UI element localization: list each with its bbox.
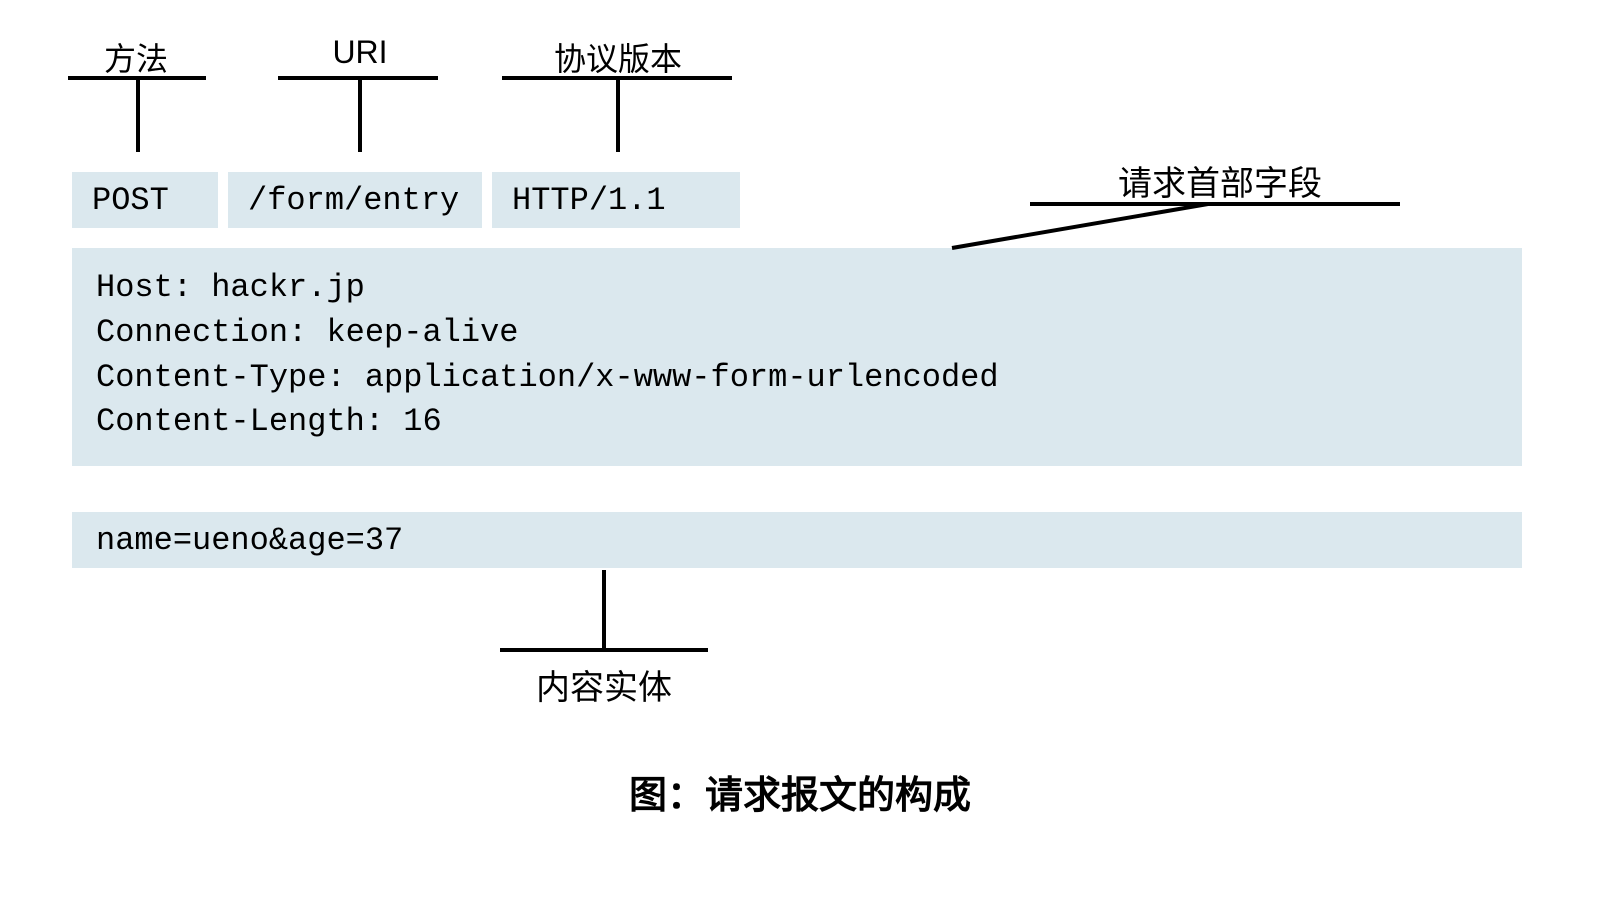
box-method: POST: [72, 172, 218, 228]
label-version: 协议版本: [528, 34, 708, 80]
stem-version: [616, 80, 620, 152]
label-method: 方法: [86, 34, 186, 80]
header-line: Content-Length: 16: [96, 400, 1498, 445]
connector-request-headers: [950, 204, 1210, 254]
header-line: Host: hackr.jp: [96, 266, 1498, 311]
stem-uri: [358, 80, 362, 152]
label-request-headers: 请求首部字段: [1118, 156, 1322, 205]
label-uri: URI: [310, 34, 410, 71]
header-line: Content-Type: application/x-www-form-url…: [96, 356, 1498, 401]
box-uri: /form/entry: [228, 172, 482, 228]
diagram-container: 方法 URI 协议版本 POST /form/entry HTTP/1.1 Ho…: [0, 0, 1600, 906]
box-version: HTTP/1.1: [492, 172, 740, 228]
box-headers: Host: hackr.jp Connection: keep-alive Co…: [72, 248, 1522, 466]
box-body: name=ueno&age=37: [72, 512, 1522, 568]
stem-method: [136, 80, 140, 152]
caption: 图：请求报文的构成: [0, 764, 1600, 819]
header-line: Connection: keep-alive: [96, 311, 1498, 356]
bar-entity-body: [500, 648, 708, 652]
label-entity-body: 内容实体: [536, 660, 672, 709]
stem-entity-body: [602, 570, 606, 648]
